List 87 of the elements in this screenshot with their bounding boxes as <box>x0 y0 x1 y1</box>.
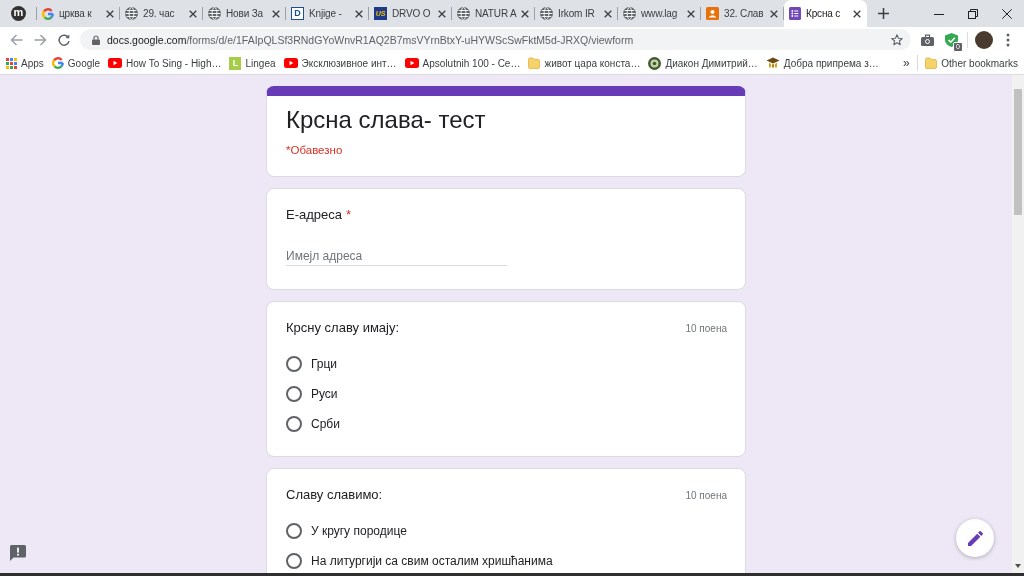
close-icon[interactable] <box>355 9 363 18</box>
globe-icon <box>457 7 470 20</box>
avatar-icon[interactable] <box>975 30 993 49</box>
close-icon[interactable] <box>189 9 197 18</box>
close-icon[interactable] <box>604 9 612 18</box>
bookmark-item[interactable]: Диакон Димитрий… <box>644 53 762 73</box>
bookmark-item[interactable]: How To Sing - High… <box>104 53 226 73</box>
globe-icon <box>208 7 221 20</box>
site-logo: m <box>11 6 26 21</box>
scrollbar[interactable] <box>1012 75 1024 573</box>
question-label: Славу славимо: <box>286 487 383 503</box>
bookmark-item[interactable]: Google <box>47 53 105 73</box>
form-list-icon <box>789 7 801 20</box>
folder-icon <box>925 57 938 69</box>
globe-icon <box>125 7 138 20</box>
apps-grid-icon <box>6 57 17 69</box>
close-icon[interactable] <box>521 9 529 18</box>
address-field[interactable]: docs.google.com/forms/d/e/1FAIpQLSf3RNdGYoWnvR1AQ2B7msVYrnBtxY-uHYWScSwFktM5d-JRXQ/viewform <box>80 29 911 50</box>
option-label: На литургији са свим осталим хришћанима <box>311 554 553 568</box>
google-g-icon <box>42 7 54 20</box>
option-label: Руси <box>311 387 338 401</box>
scrollbar-thumb[interactable] <box>1014 89 1022 215</box>
more-bookmarks-button[interactable]: » <box>898 53 915 73</box>
globe-icon <box>623 7 636 20</box>
points-label: 10 поена <box>685 322 727 334</box>
browser-tab[interactable]: Irkom IR <box>535 0 618 27</box>
scroll-down-icon[interactable] <box>1015 564 1021 568</box>
browser-tab[interactable]: www.lag <box>618 0 701 27</box>
option-label: Грци <box>311 357 338 371</box>
bookmark-item[interactable]: Apsolutnih 100 - Се… <box>400 53 525 73</box>
graduation-cap-icon <box>765 57 780 69</box>
round-emblem-icon <box>648 56 662 70</box>
question-label: Е-адреса <box>286 207 342 223</box>
browser-tab[interactable]: NATUR A <box>452 0 535 27</box>
browser-tab[interactable]: D Knjige - <box>286 0 369 27</box>
radio-button[interactable] <box>286 523 302 539</box>
radio-button[interactable] <box>286 356 302 372</box>
browser-tab[interactable]: m <box>0 0 37 27</box>
bookmark-item[interactable]: живот цара конста… <box>524 53 645 73</box>
option-label: У кругу породице <box>311 524 407 538</box>
bookmark-item[interactable]: Эксклюзивное инт… <box>279 53 401 73</box>
reload-icon[interactable] <box>58 33 70 46</box>
site-logo: L <box>229 56 242 70</box>
close-icon[interactable] <box>687 9 695 18</box>
close-icon[interactable] <box>853 9 861 18</box>
close-icon[interactable] <box>106 9 114 18</box>
close-icon[interactable] <box>272 9 280 18</box>
bookmark-item[interactable]: Other bookmarks <box>921 53 1022 73</box>
globe-icon <box>540 7 553 20</box>
text-input-field[interactable]: Имејл адреса <box>286 246 507 266</box>
browser-tab[interactable]: 32. Слав <box>701 0 784 27</box>
camera-icon[interactable] <box>920 33 934 46</box>
google-g-icon <box>51 57 64 69</box>
site-logo: D <box>291 7 304 20</box>
points-label: 10 поена <box>685 489 727 501</box>
bookmark-item[interactable]: Apps <box>2 53 48 73</box>
feedback-icon[interactable] <box>10 545 26 561</box>
star-icon[interactable] <box>891 33 903 46</box>
shield-check-icon[interactable] <box>944 32 958 47</box>
question-label: Крсну славу имају: <box>286 320 400 336</box>
person-tile-icon <box>706 7 719 20</box>
browser-tab[interactable]: Нови За <box>203 0 286 27</box>
bookmark-item[interactable]: Добра припрема з… <box>761 53 883 73</box>
radio-button[interactable] <box>286 386 302 402</box>
lock-icon <box>92 34 100 45</box>
plus-icon[interactable] <box>877 8 889 19</box>
restore-icon[interactable] <box>968 8 978 19</box>
close-icon[interactable] <box>438 9 446 18</box>
youtube-play-icon <box>108 58 123 68</box>
browser-tab[interactable]: црква к <box>37 0 120 27</box>
option-label: Срби <box>311 417 340 431</box>
folder-icon <box>528 57 541 69</box>
required-asterisk: * <box>346 207 352 223</box>
close-icon[interactable] <box>770 9 778 18</box>
browser-tab[interactable]: Крсна с <box>784 0 867 27</box>
radio-button[interactable] <box>286 553 302 569</box>
kebab-menu-icon[interactable] <box>1006 32 1010 47</box>
youtube-play-icon <box>283 58 298 68</box>
bookmark-item[interactable]: L Lingea <box>225 53 280 73</box>
radio-button[interactable] <box>286 416 302 432</box>
form-title: Крсна слава- тест <box>286 105 487 135</box>
youtube-play-icon <box>404 58 419 68</box>
browser-tab[interactable]: 29. час <box>120 0 203 27</box>
edit-button[interactable] <box>956 519 994 557</box>
close-icon[interactable] <box>1002 8 1012 19</box>
required-note: *Обавезно <box>286 143 344 157</box>
pencil-icon <box>967 530 983 546</box>
